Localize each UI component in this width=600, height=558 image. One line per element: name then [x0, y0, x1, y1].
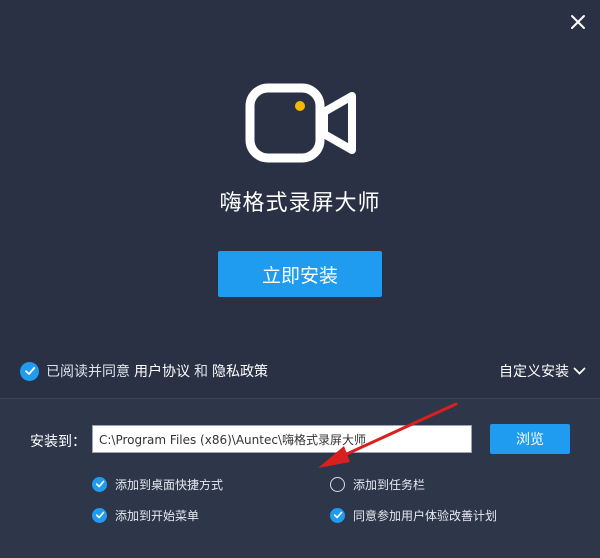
- option-desktop-shortcut[interactable]: 添加到桌面快捷方式: [92, 474, 223, 494]
- option-start-menu[interactable]: 添加到开始菜单: [92, 505, 199, 525]
- option-ux-program[interactable]: 同意参加用户体验改善计划: [330, 505, 497, 525]
- custom-install-toggle[interactable]: 自定义安装: [499, 360, 586, 382]
- option-label: 同意参加用户体验改善计划: [353, 508, 498, 523]
- agreement-prefix: 已阅读并同意: [46, 364, 130, 380]
- check-icon: [95, 511, 104, 519]
- install-now-button[interactable]: 立即安装: [218, 251, 382, 297]
- option-taskbar[interactable]: 添加到任务栏: [330, 474, 425, 494]
- option-checkbox[interactable]: [330, 507, 345, 523]
- custom-install-label: 自定义安装: [499, 364, 569, 380]
- check-icon: [95, 480, 104, 488]
- option-label: 添加到桌面快捷方式: [115, 477, 224, 492]
- option-checkbox[interactable]: [92, 476, 107, 492]
- chevron-down-icon: [573, 367, 586, 375]
- user-agreement-link[interactable]: 用户协议: [134, 361, 190, 381]
- install-path-label: 安装到：: [30, 434, 86, 450]
- option-label: 添加到开始菜单: [115, 508, 200, 523]
- close-icon[interactable]: [566, 10, 590, 34]
- option-checkbox[interactable]: [330, 476, 345, 492]
- browse-button[interactable]: 浏览: [490, 424, 570, 454]
- app-title: 嗨格式录屏大师: [219, 191, 381, 216]
- check-icon: [333, 511, 342, 519]
- agreement-checkbox[interactable]: [20, 361, 39, 381]
- option-label: 添加到任务栏: [353, 477, 426, 492]
- install-options-panel: [0, 398, 600, 558]
- agreement-and: 和: [194, 364, 208, 380]
- video-camera-icon: [244, 82, 360, 164]
- agreement-row: 已阅读并同意 用户协议 和 隐私政策: [20, 360, 272, 382]
- option-checkbox[interactable]: [92, 507, 107, 523]
- install-path-input[interactable]: [92, 425, 472, 453]
- check-icon: [24, 367, 35, 375]
- privacy-policy-link[interactable]: 隐私政策: [212, 361, 268, 381]
